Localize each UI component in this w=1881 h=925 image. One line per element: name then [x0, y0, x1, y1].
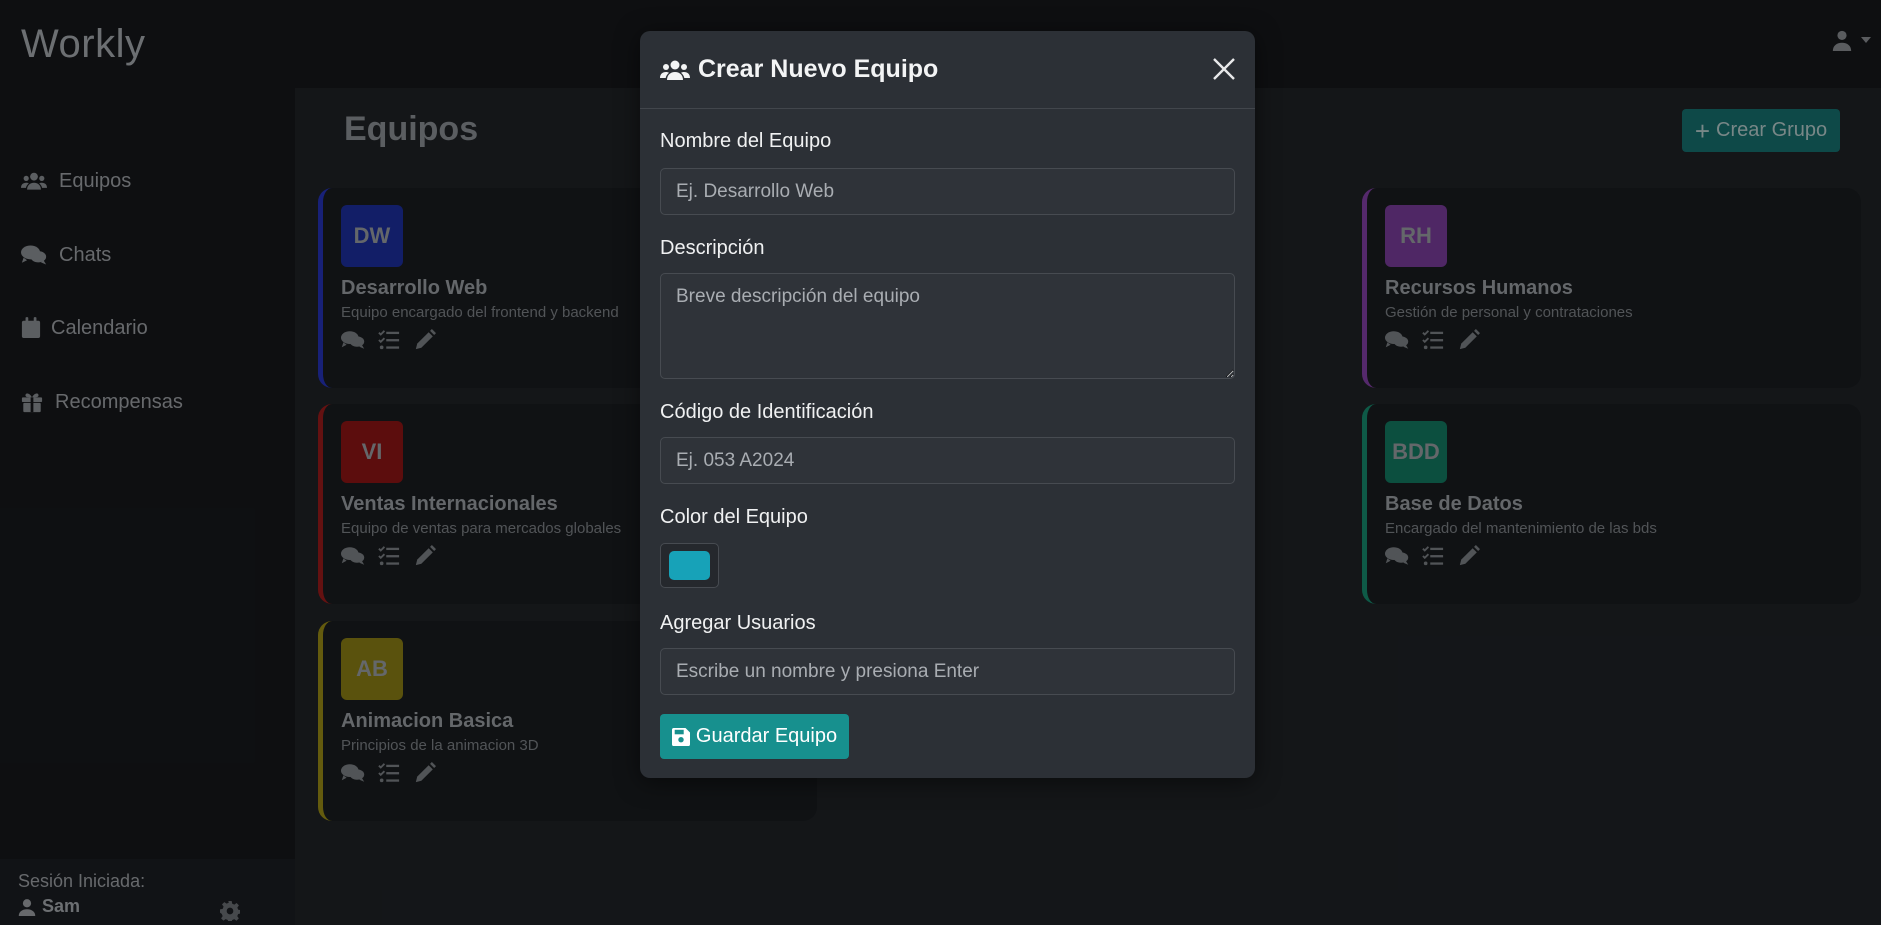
team-name-input[interactable] — [660, 168, 1235, 215]
team-color-picker[interactable] — [660, 543, 719, 588]
color-swatch — [669, 551, 710, 580]
color-label: Color del Equipo — [660, 506, 808, 528]
add-users-input[interactable] — [660, 648, 1235, 695]
add-users-label: Agregar Usuarios — [660, 612, 816, 634]
users-icon — [660, 60, 690, 80]
save-icon — [671, 727, 690, 746]
description-textarea[interactable] — [660, 273, 1235, 379]
close-button[interactable] — [1211, 56, 1237, 82]
description-label: Descripción — [660, 237, 765, 259]
code-input[interactable] — [660, 437, 1235, 484]
save-team-label: Guardar Equipo — [695, 725, 838, 747]
close-icon — [1213, 58, 1235, 80]
modal-title-text: Crear Nuevo Equipo — [698, 55, 939, 83]
code-label: Código de Identificación — [660, 401, 874, 423]
modal-header: Crear Nuevo Equipo — [640, 31, 1255, 109]
modal-title: Crear Nuevo Equipo — [660, 55, 938, 84]
create-team-modal: Crear Nuevo Equipo Nombre del Equipo Des… — [640, 31, 1255, 778]
save-team-button[interactable]: Guardar Equipo — [660, 714, 849, 759]
team-name-label: Nombre del Equipo — [660, 130, 832, 152]
